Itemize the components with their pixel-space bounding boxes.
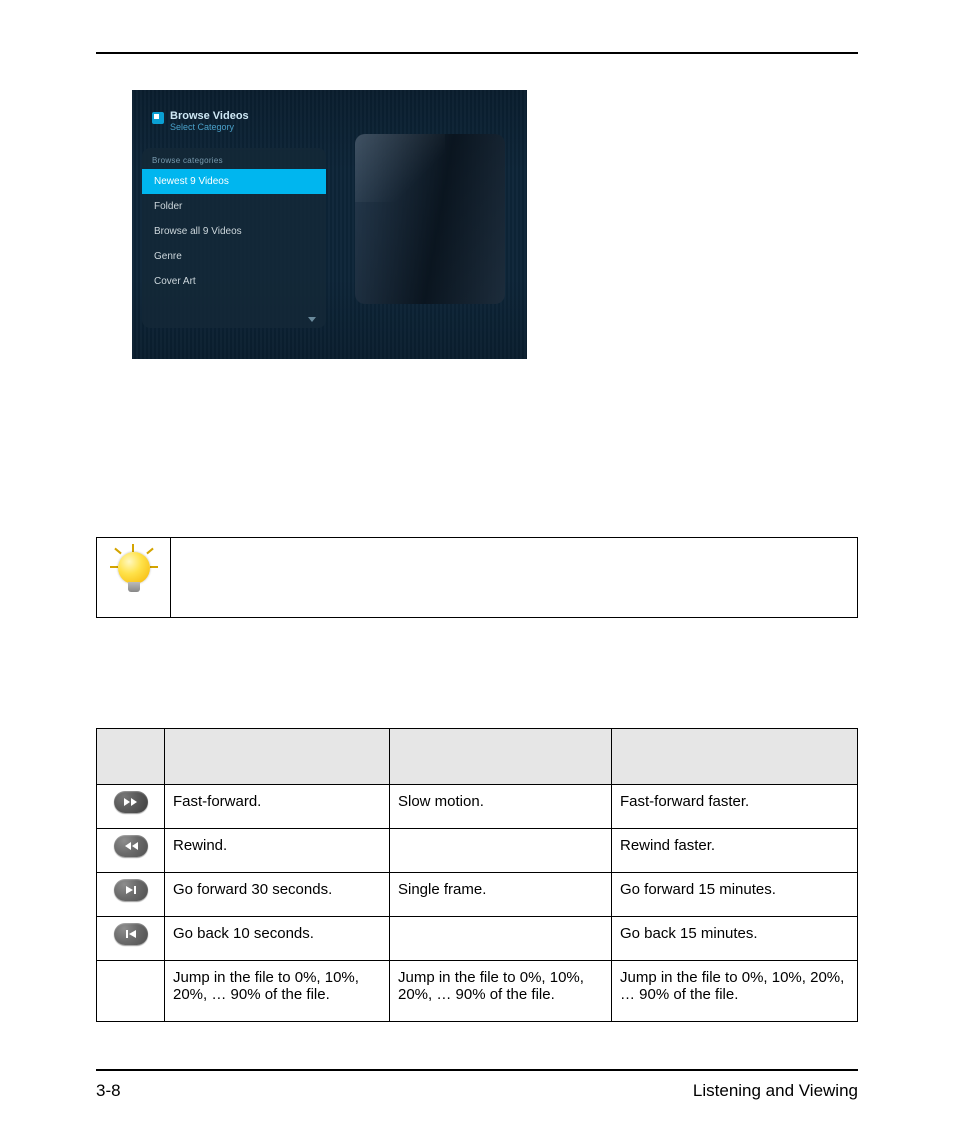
table-row: Jump in the file to 0%, 10%, 20%, … 90% …	[97, 961, 858, 1022]
table-cell: Go back 10 seconds.	[165, 917, 390, 961]
table-cell: Jump in the file to 0%, 10%, 20%, … 90% …	[165, 961, 390, 1022]
tip-icon-cell	[97, 538, 171, 618]
table-cell	[390, 917, 612, 961]
rewind-icon	[114, 835, 148, 857]
table-header	[390, 729, 612, 785]
category-item[interactable]: Cover Art	[142, 269, 326, 294]
table-row: Fast-forward. Slow motion. Fast-forward …	[97, 785, 858, 829]
table-cell: Fast-forward.	[165, 785, 390, 829]
table-header	[612, 729, 858, 785]
table-header-row	[97, 729, 858, 785]
key-cell	[97, 785, 165, 829]
screenshot-figure: Browse Videos Select Category Browse cat…	[132, 90, 858, 359]
chevron-down-icon	[308, 317, 316, 322]
page: Browse Videos Select Category Browse cat…	[0, 0, 954, 1145]
key-cell	[97, 961, 165, 1022]
table-row: Go forward 30 seconds. Single frame. Go …	[97, 873, 858, 917]
category-item[interactable]: Genre	[142, 244, 326, 269]
table-row: Rewind. Rewind faster.	[97, 829, 858, 873]
table-header	[97, 729, 165, 785]
lightbulb-icon	[112, 544, 156, 598]
category-panel: Browse categories Newest 9 Videos Folder…	[142, 148, 326, 328]
category-panel-header: Browse categories	[142, 148, 326, 169]
category-item-selected[interactable]: Newest 9 Videos	[142, 169, 326, 194]
key-cell	[97, 917, 165, 961]
category-item[interactable]: Folder	[142, 194, 326, 219]
table-cell: Slow motion.	[390, 785, 612, 829]
footer-rule	[96, 1069, 858, 1071]
media-ui-screenshot: Browse Videos Select Category Browse cat…	[132, 90, 527, 359]
table-cell: Fast-forward faster.	[612, 785, 858, 829]
tip-box	[96, 537, 858, 618]
section-title: Listening and Viewing	[693, 1081, 858, 1101]
page-number: 3-8	[96, 1081, 121, 1101]
table-cell: Rewind.	[165, 829, 390, 873]
screenshot-title-text: Browse Videos Select Category	[170, 110, 249, 132]
table-row: Go back 10 seconds. Go back 15 minutes.	[97, 917, 858, 961]
preview-panel	[355, 134, 505, 304]
key-cell	[97, 873, 165, 917]
skip-forward-icon	[114, 879, 148, 901]
top-rule	[96, 52, 858, 54]
tip-text-cell	[171, 538, 858, 618]
screenshot-title-block: Browse Videos Select Category	[152, 110, 249, 132]
page-footer: 3-8 Listening and Viewing	[96, 1069, 858, 1101]
key-cell	[97, 829, 165, 873]
screenshot-title: Browse Videos	[170, 110, 249, 122]
tv-icon	[152, 112, 164, 124]
table-cell	[390, 829, 612, 873]
table-cell: Single frame.	[390, 873, 612, 917]
controls-table: Fast-forward. Slow motion. Fast-forward …	[96, 728, 858, 1022]
table-header	[165, 729, 390, 785]
table-cell: Go forward 15 minutes.	[612, 873, 858, 917]
table-cell: Jump in the file to 0%, 10%, 20%, … 90% …	[612, 961, 858, 1022]
category-item[interactable]: Browse all 9 Videos	[142, 219, 326, 244]
skip-back-icon	[114, 923, 148, 945]
table-cell: Rewind faster.	[612, 829, 858, 873]
table-cell: Go back 15 minutes.	[612, 917, 858, 961]
table-cell: Jump in the file to 0%, 10%, 20%, … 90% …	[390, 961, 612, 1022]
table-cell: Go forward 30 seconds.	[165, 873, 390, 917]
fast-forward-icon	[114, 791, 148, 813]
screenshot-subtitle: Select Category	[170, 122, 249, 132]
